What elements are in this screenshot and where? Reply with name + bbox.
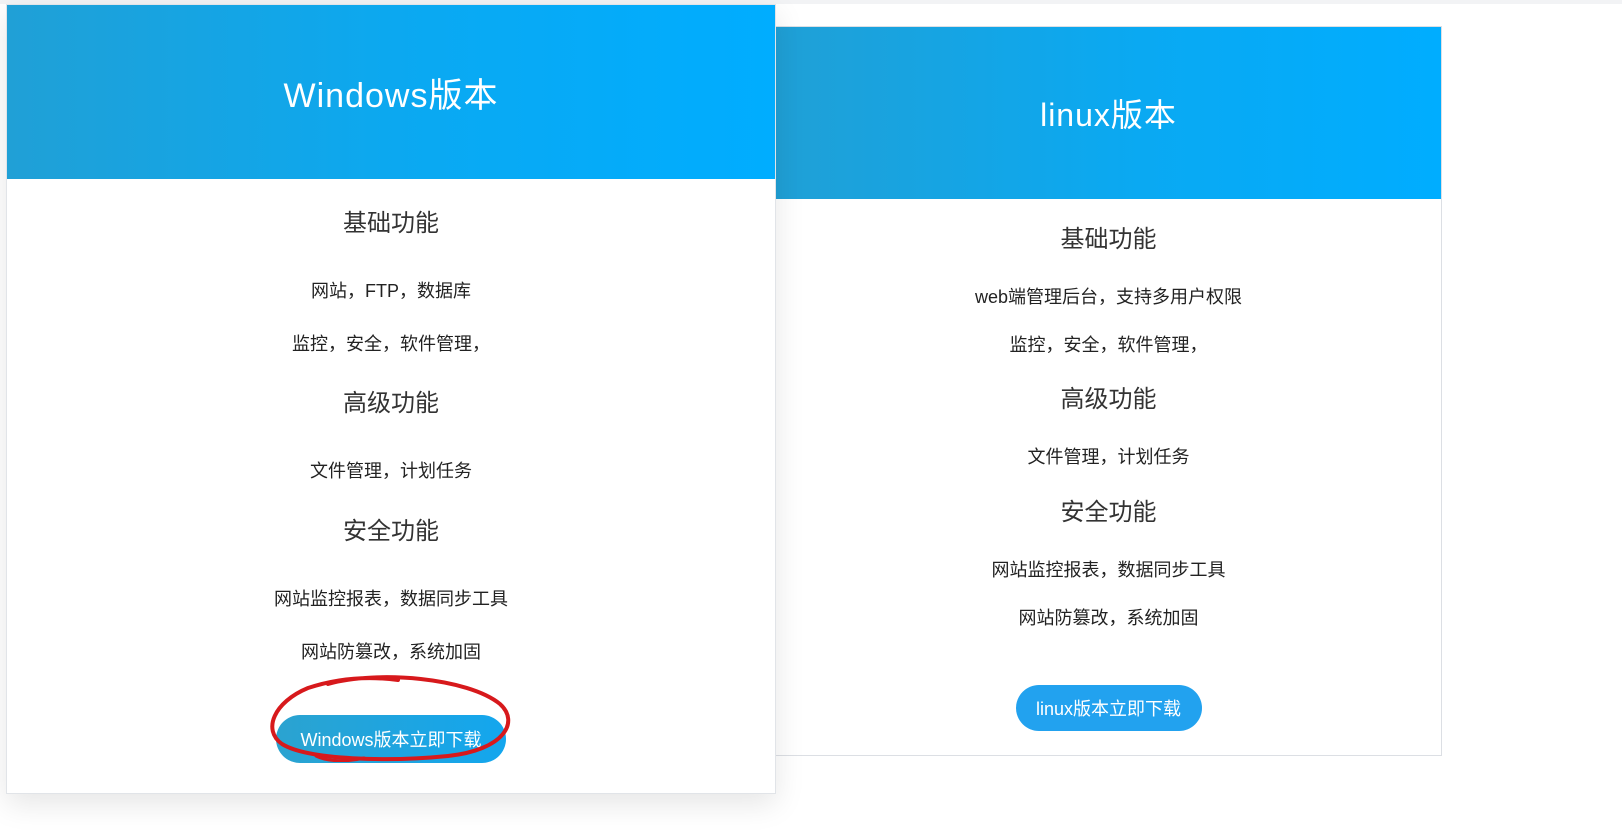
linux-download-button[interactable]: linux版本立即下载 <box>1015 685 1202 731</box>
windows-download-button[interactable]: Windows版本立即下载 <box>276 715 506 763</box>
windows-section-security-title: 安全功能 <box>343 518 439 545</box>
linux-security-item-1: 网站监控报表，数据同步工具 <box>991 560 1226 580</box>
linux-section-security-title: 安全功能 <box>1060 499 1157 526</box>
linux-advanced-item-1: 文件管理，计划任务 <box>1027 447 1190 467</box>
linux-basic-item-2: 监控，安全，软件管理， <box>1009 335 1208 355</box>
windows-card: Windows版本 基础功能 网站，FTP，数据库 监控，安全，软件管理， 高级… <box>6 4 776 794</box>
linux-section-basic-title: 基础功能 <box>1060 226 1157 253</box>
windows-section-basic-title: 基础功能 <box>343 210 439 237</box>
windows-section-advanced-title: 高级功能 <box>343 390 439 417</box>
page: Windows版本 基础功能 网站，FTP，数据库 监控，安全，软件管理， 高级… <box>0 0 1622 832</box>
linux-card-header: linux版本 <box>776 27 1441 199</box>
linux-section-advanced-title: 高级功能 <box>1060 386 1157 413</box>
windows-advanced-item-1: 文件管理，计划任务 <box>310 461 472 481</box>
linux-basic-item-1: web端管理后台，支持多用户权限 <box>974 287 1243 307</box>
linux-security-item-2: 网站防篡改，系统加固 <box>1018 608 1199 628</box>
windows-security-item-1: 网站监控报表，数据同步工具 <box>274 589 508 609</box>
windows-basic-item-1: 网站，FTP，数据库 <box>311 281 471 301</box>
windows-card-header: Windows版本 <box>7 5 775 179</box>
windows-security-item-2: 网站防篡改，系统加固 <box>301 642 481 662</box>
linux-card: linux版本 基础功能 web端管理后台，支持多用户权限 监控，安全，软件管理… <box>776 26 1442 756</box>
windows-basic-item-2: 监控，安全，软件管理， <box>292 334 490 354</box>
